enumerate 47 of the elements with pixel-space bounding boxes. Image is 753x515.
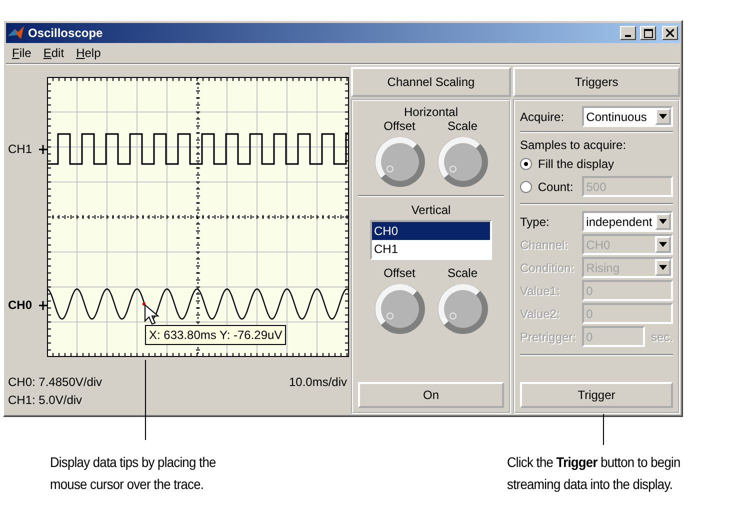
menu-item[interactable]: Edit [39, 46, 68, 60]
channel-label: CH1 [8, 142, 32, 156]
knob-label: Scale [447, 119, 478, 133]
data-tip: X: 633.80ms Y: -76.29uV [145, 325, 286, 345]
maximize-button[interactable] [640, 26, 656, 40]
section-heading: Vertical [410, 203, 452, 217]
channel-label: CH0 [8, 298, 32, 312]
leader-line [603, 414, 604, 445]
menu-item[interactable]: Help [72, 46, 105, 60]
knob-label: Scale [447, 266, 478, 280]
section-heading: Samples to acquire: [520, 138, 628, 152]
knob[interactable] [372, 135, 426, 189]
section-heading: Horizontal [402, 105, 460, 119]
close-button[interactable] [662, 26, 678, 40]
knob-label: Offset [384, 119, 416, 133]
knob[interactable] [372, 282, 426, 336]
time-scale-readout: 10.0ms/div [288, 375, 347, 391]
annotation-text: Click the Trigger button to begin streaming data into the display. [507, 453, 682, 494]
channel-scaling-button[interactable]: Channel Scaling [351, 67, 511, 97]
triggers-button[interactable]: Triggers [513, 67, 680, 97]
caret-icon [659, 219, 667, 224]
mouse-cursor-icon [144, 304, 160, 325]
radio-label: Count: [538, 180, 574, 194]
caret-icon [659, 265, 667, 270]
scale-readout: CH1: 5.0V/div [8, 393, 84, 407]
trigger-button[interactable]: Trigger [520, 382, 673, 408]
dropdown[interactable]: independent [582, 211, 673, 232]
radio-label: Fill the display [538, 156, 614, 170]
radio-button[interactable] [520, 158, 532, 170]
knob[interactable] [436, 135, 490, 189]
close-icon [666, 29, 674, 37]
field-label: Acquire: [520, 110, 566, 124]
annotation-text: Display data tips by placing the mouse cursor over the trace. [50, 453, 217, 494]
menu-item[interactable]: File [8, 46, 36, 60]
channel-list-item[interactable]: CH0 [372, 222, 490, 240]
caret-icon [659, 114, 667, 119]
window-title: Oscilloscope [28, 26, 104, 40]
field-label: Type: [520, 214, 550, 228]
knob-label: Offset [384, 266, 416, 280]
scale-readout: CH0: 7.4850V/div [8, 375, 102, 389]
caret-icon [659, 242, 667, 247]
on-button[interactable]: On [358, 382, 504, 408]
acquire-dropdown[interactable]: Continuous [582, 106, 673, 127]
maximize-icon [644, 28, 652, 38]
knob[interactable] [436, 282, 490, 336]
minimize-button[interactable] [620, 26, 636, 40]
app-logo-icon [8, 26, 24, 40]
